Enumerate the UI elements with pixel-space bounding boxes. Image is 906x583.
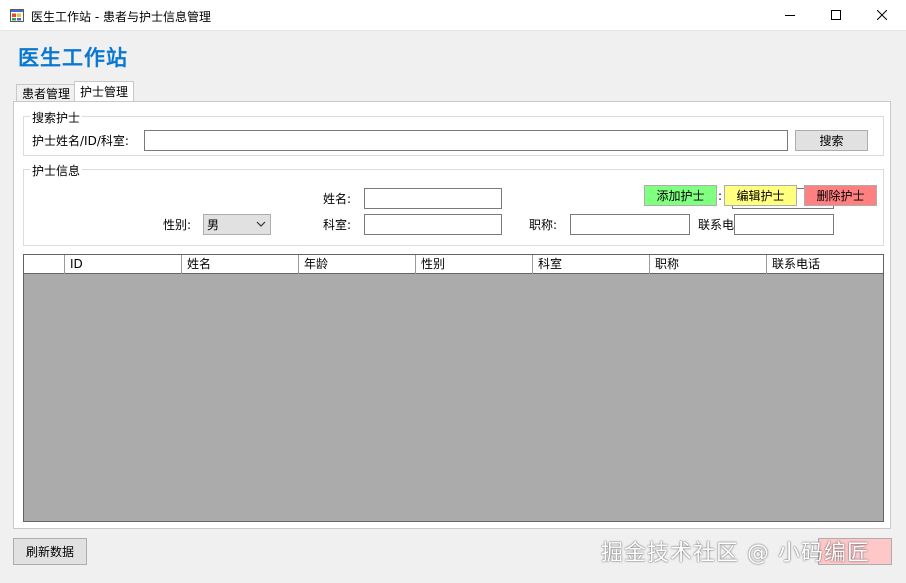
stub-colon: : [718, 189, 723, 203]
name-input[interactable] [364, 188, 502, 209]
watermark-text: 掘金技术社区 @ 小码编匠 [601, 541, 870, 566]
title-input[interactable] [570, 214, 690, 235]
gender-select[interactable]: 男 [203, 214, 271, 235]
delete-nurse-button[interactable]: 删除护士 [804, 185, 877, 206]
grid-column-title[interactable]: 职称 [650, 255, 767, 274]
dept-input[interactable] [364, 214, 502, 235]
info-group-title: 护士信息 [30, 162, 83, 179]
chevron-down-icon [256, 218, 266, 233]
grid-column-age[interactable]: 年龄 [299, 255, 416, 274]
grid-header: ID 姓名 年龄 性别 科室 职称 联系电话 [24, 255, 883, 274]
nurse-info-group: 护士信息 姓名: : 添加护士 编辑护士 删除护士 性别: 男 科室: 职称: … [23, 162, 884, 246]
nurse-tab-panel: 搜索护士 护士姓名/ID/科室: 搜索 护士信息 姓名: : 添加护士 编辑护士… [13, 101, 891, 529]
refresh-data-button[interactable]: 刷新数据 [13, 538, 87, 565]
close-button[interactable] [859, 0, 905, 31]
search-field-label: 护士姓名/ID/科室: [32, 134, 129, 148]
maximize-button[interactable] [813, 0, 859, 31]
search-button[interactable]: 搜索 [795, 130, 868, 151]
title-label: 职称: [529, 218, 558, 232]
app-header-title: 医生工作站 [18, 46, 128, 70]
phone-input[interactable] [734, 214, 834, 235]
search-input[interactable] [144, 130, 788, 151]
grid-column-phone[interactable]: 联系电话 [767, 255, 883, 274]
grid-column-name[interactable]: 姓名 [182, 255, 299, 274]
minimize-icon [785, 9, 795, 23]
maximize-icon [831, 9, 841, 23]
add-nurse-button[interactable]: 添加护士 [644, 185, 717, 206]
dept-label: 科室: [323, 218, 352, 232]
search-nurse-group: 搜索护士 护士姓名/ID/科室: 搜索 [23, 109, 884, 156]
tab-patient-management[interactable]: 患者管理 [16, 84, 77, 102]
phone-label: 联系电 [698, 218, 735, 232]
minimize-button[interactable] [767, 0, 813, 31]
app-window-icon [10, 9, 24, 22]
name-label: 姓名: [323, 192, 352, 206]
grid-column-id[interactable]: ID [65, 255, 182, 274]
gender-selected-value: 男 [207, 218, 220, 232]
window-title: 医生工作站 - 患者与护士信息管理 [31, 10, 211, 24]
nurse-data-grid[interactable]: ID 姓名 年龄 性别 科室 职称 联系电话 [23, 254, 884, 522]
gender-label: 性别: [163, 218, 192, 232]
grid-column-gender[interactable]: 性别 [416, 255, 533, 274]
edit-nurse-button[interactable]: 编辑护士 [724, 185, 797, 206]
search-group-title: 搜索护士 [30, 109, 83, 126]
grid-column-dept[interactable]: 科室 [533, 255, 650, 274]
window-titlebar: 医生工作站 - 患者与护士信息管理 [0, 0, 906, 31]
grid-row-header-corner[interactable] [24, 255, 65, 274]
close-icon [876, 9, 888, 23]
tab-nurse-management[interactable]: 护士管理 [74, 81, 135, 103]
